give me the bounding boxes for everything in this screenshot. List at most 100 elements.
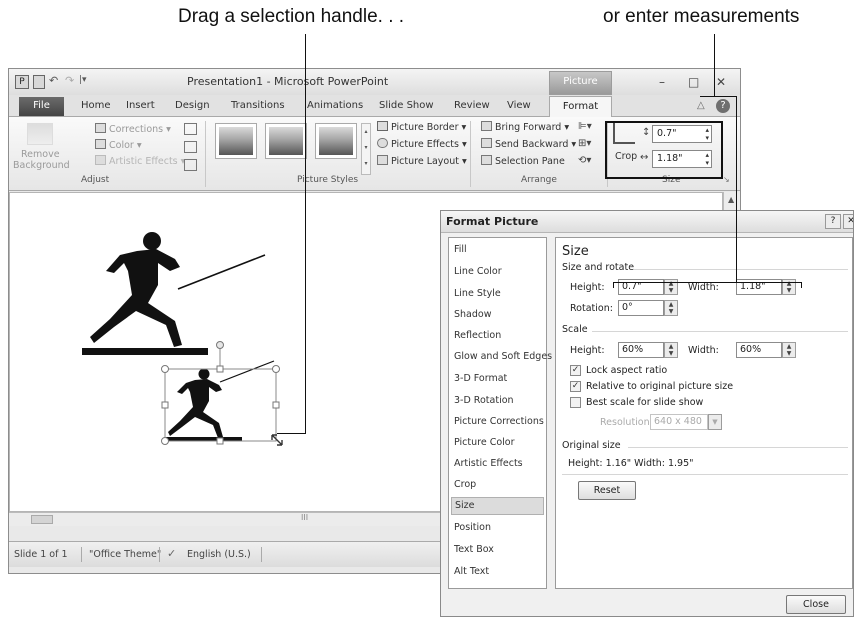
tab-slide-show[interactable]: Slide Show (379, 100, 434, 111)
category-text-box[interactable]: Text Box (454, 544, 494, 555)
pane-heading: Size (562, 244, 589, 259)
tab-review[interactable]: Review (454, 100, 490, 111)
minimize-button[interactable]: – (659, 75, 665, 89)
tab-animations[interactable]: Animations (307, 100, 363, 111)
category-line-style[interactable]: Line Style (454, 288, 501, 299)
artistic-effects-button[interactable]: Artistic Effects ▾ (95, 155, 185, 167)
callout-line-enter (801, 282, 802, 288)
category-size[interactable]: Size (451, 497, 544, 515)
corrections-label: Corrections ▾ (109, 124, 171, 135)
tab-file[interactable]: File (19, 97, 64, 116)
scroll-up-arrow-icon[interactable]: ▲ (728, 195, 734, 204)
color-button[interactable]: Color ▾ (95, 139, 142, 151)
category-position[interactable]: Position (454, 522, 491, 533)
dialog-close-x-button[interactable]: ✕ (843, 214, 853, 229)
language-indicator[interactable]: English (U.S.) (187, 549, 251, 560)
save-icon[interactable] (33, 75, 45, 89)
slide-counter: Slide 1 of 1 (14, 549, 68, 560)
maximize-button[interactable]: □ (688, 75, 699, 89)
category-3d-format[interactable]: 3-D Format (454, 373, 507, 384)
category-crop[interactable]: Crop (454, 479, 476, 490)
change-picture-icon[interactable] (184, 141, 197, 153)
picture-border-button[interactable]: Picture Border ▾ (377, 121, 466, 133)
scale-width-spinner[interactable]: ▲ ▼ (782, 342, 796, 358)
remove-background-icon[interactable] (27, 123, 53, 145)
send-backward-button[interactable]: Send Backward ▾ (481, 138, 576, 150)
reset-picture-icon[interactable] (184, 159, 197, 171)
tab-transitions[interactable]: Transitions (231, 100, 285, 111)
tab-home[interactable]: Home (81, 100, 111, 111)
resolution-dropdown-icon[interactable]: ▼ (708, 414, 722, 430)
undo-icon[interactable]: ↶ (49, 74, 58, 87)
rotate-icon[interactable]: ⟲▾ (578, 155, 591, 166)
category-fill[interactable]: Fill (454, 244, 467, 255)
category-shadow[interactable]: Shadow (454, 309, 492, 320)
scale-height-spinner[interactable]: ▲ ▼ (664, 342, 678, 358)
picture-effects-label: Picture Effects ▾ (391, 139, 467, 150)
title-bar: P ↶ ↷ |▾ Presentation1 - Microsoft Power… (9, 69, 740, 107)
fencer-image-original[interactable] (82, 232, 266, 355)
size-pane: Size Size and rotate Height: 0.7" ▲ ▼ Wid… (555, 237, 853, 589)
callout-line-enter (700, 96, 736, 97)
close-window-button[interactable]: ✕ (716, 75, 726, 89)
scale-height-label: Height: (570, 345, 605, 356)
category-picture-color[interactable]: Picture Color (454, 437, 515, 448)
category-glow-soft-edges[interactable]: Glow and Soft Edges (454, 351, 552, 362)
rotation-input[interactable]: 0° (618, 300, 664, 316)
remove-background-line2[interactable]: Background (13, 160, 70, 171)
color-icon (95, 139, 106, 149)
tab-view[interactable]: View (507, 100, 531, 111)
category-reflection[interactable]: Reflection (454, 330, 501, 341)
picture-effects-button[interactable]: Picture Effects ▾ (377, 138, 467, 150)
section-divider (592, 331, 848, 332)
picture-style-thumbnail-1[interactable] (215, 123, 257, 159)
collapse-ribbon-icon[interactable]: △ (697, 100, 705, 111)
scroll-grip: III (301, 513, 309, 522)
bring-forward-button[interactable]: Bring Forward ▾ (481, 121, 569, 133)
picture-style-thumbnail-2[interactable] (265, 123, 307, 159)
dialog-help-button[interactable]: ? (825, 214, 841, 229)
lock-aspect-checkbox[interactable]: ✓ (570, 365, 581, 376)
selection-pane-button[interactable]: Selection Pane (481, 155, 565, 167)
help-button[interactable]: ? (716, 99, 730, 113)
close-button[interactable]: Close (786, 595, 846, 614)
callout-enter-measurements: or enter measurements (603, 6, 800, 27)
relative-size-checkbox[interactable]: ✓ (570, 381, 581, 392)
size-dialog-launcher-icon[interactable]: ↘ (723, 175, 730, 184)
tab-insert[interactable]: Insert (126, 100, 155, 111)
picture-border-label: Picture Border ▾ (391, 122, 467, 133)
fencer-image-selected[interactable] (161, 341, 283, 446)
styles-gallery-scroll[interactable]: ▴ ▾ ▾ (361, 123, 371, 175)
callout-line-enter (613, 282, 614, 288)
corrections-button[interactable]: Corrections ▾ (95, 123, 171, 135)
spell-check-icon[interactable]: ✓ (167, 547, 176, 560)
picture-style-thumbnail-3[interactable] (315, 123, 357, 159)
remove-background-line1[interactable]: Remove (21, 149, 60, 160)
bring-forward-icon (481, 121, 492, 131)
artistic-effects-icon (95, 155, 106, 165)
category-artistic-effects[interactable]: Artistic Effects (454, 458, 523, 469)
category-picture-corrections[interactable]: Picture Corrections (454, 416, 544, 427)
scale-width-input[interactable]: 60% (736, 342, 782, 358)
tab-design[interactable]: Design (175, 100, 210, 111)
callout-line-enter (613, 282, 801, 283)
category-line-color[interactable]: Line Color (454, 266, 502, 277)
scroll-thumb[interactable] (31, 515, 53, 524)
qat-customize-icon[interactable]: |▾ (79, 75, 87, 85)
best-scale-checkbox[interactable] (570, 397, 581, 408)
scale-height-input[interactable]: 60% (618, 342, 664, 358)
redo-icon[interactable]: ↷ (65, 74, 74, 87)
tab-format[interactable]: Format (549, 96, 612, 118)
rotation-spinner[interactable]: ▲ ▼ (664, 300, 678, 316)
resolution-select[interactable]: 640 x 480 (650, 414, 708, 430)
category-alt-text[interactable]: Alt Text (454, 566, 489, 577)
picture-layout-button[interactable]: Picture Layout ▾ (377, 155, 467, 167)
group-label-adjust: Adjust (81, 175, 110, 185)
category-3d-rotation[interactable]: 3-D Rotation (454, 395, 514, 406)
send-backward-label: Send Backward ▾ (495, 139, 577, 150)
dialog-title: Format Picture (446, 215, 539, 228)
reset-button[interactable]: Reset (578, 481, 636, 500)
group-objects-icon[interactable]: ⊞▾ (578, 138, 591, 149)
compress-pictures-icon[interactable] (184, 123, 197, 135)
align-icon[interactable]: ⊫▾ (578, 121, 592, 132)
